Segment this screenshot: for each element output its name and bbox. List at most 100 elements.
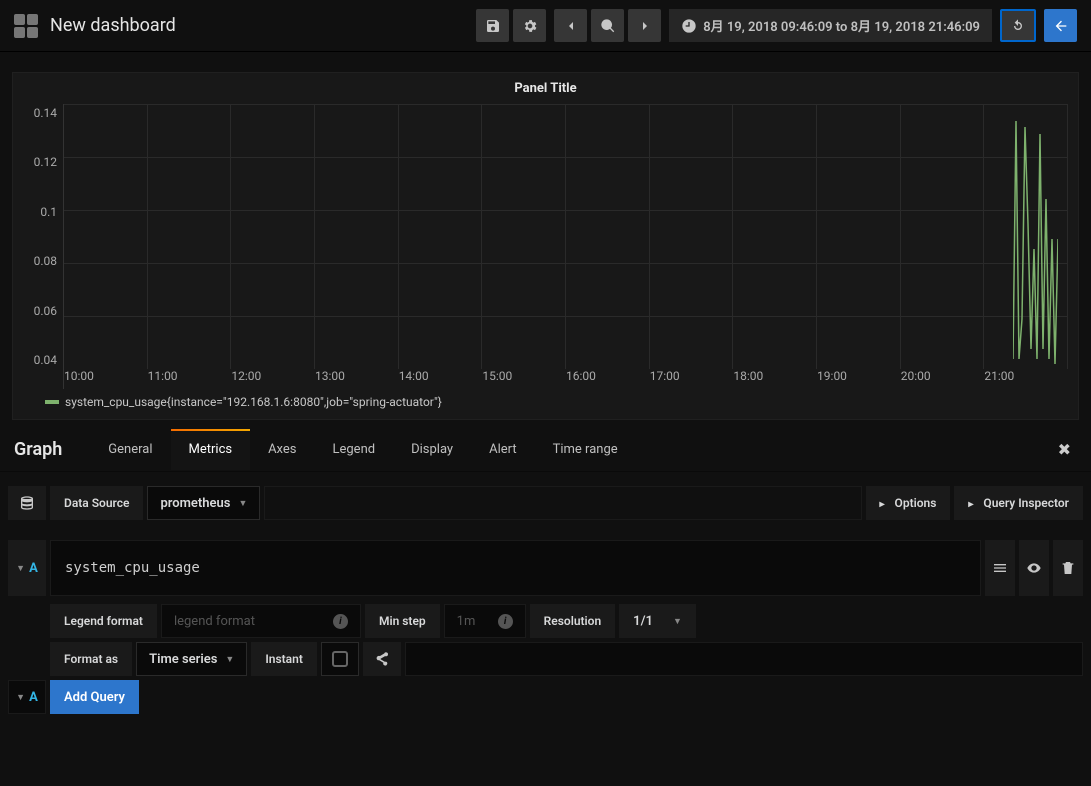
editor-body: Data Source prometheus ▼ Options Query I… — [0, 472, 1091, 728]
x-tick: 20:00 — [901, 369, 985, 389]
tab-general[interactable]: General — [90, 429, 170, 470]
resolution-select[interactable]: 1/1 ▼ — [619, 604, 696, 638]
time-range-text: 8月 19, 2018 09:46:09 to 8月 19, 2018 21:4… — [703, 16, 980, 35]
x-tick: 13:00 — [315, 369, 399, 389]
resolution-label: Resolution — [530, 604, 616, 638]
y-tick: 0.06 — [34, 304, 57, 318]
add-query-letter-toggle[interactable]: ▼ A — [8, 680, 46, 714]
series-line — [1013, 109, 1058, 369]
x-tick: 15:00 — [482, 369, 566, 389]
tab-legend[interactable]: Legend — [314, 429, 393, 470]
gear-icon — [522, 18, 538, 34]
refresh-button[interactable] — [1000, 9, 1036, 42]
add-query-row: ▼ A Add Query — [8, 680, 1083, 714]
y-tick: 0.08 — [34, 254, 57, 268]
query-inspector-button[interactable]: Query Inspector — [954, 486, 1083, 520]
checkbox-icon — [332, 651, 348, 667]
eye-icon — [1026, 560, 1042, 576]
info-icon[interactable]: i — [498, 614, 513, 629]
x-tick: 10:00 — [64, 369, 148, 389]
graph-panel: Panel Title 0.14 0.12 0.1 0.08 0.06 0.04 — [12, 72, 1079, 420]
query-delete-button[interactable] — [1053, 540, 1083, 596]
datasource-label: Data Source — [50, 486, 143, 520]
inspector-label: Query Inspector — [983, 496, 1069, 510]
datasource-row: Data Source prometheus ▼ Options Query I… — [8, 486, 1083, 520]
zoom-out-button[interactable] — [591, 9, 624, 42]
share-query-button[interactable] — [363, 642, 401, 676]
datasource-select[interactable]: prometheus ▼ — [147, 486, 260, 520]
header-bar: New dashboard 8月 19, 2018 09:46:09 to 8月 — [0, 0, 1091, 52]
plot-grid — [64, 104, 1068, 369]
header-right: 8月 19, 2018 09:46:09 to 8月 19, 2018 21:4… — [476, 9, 1077, 42]
plot-area[interactable]: 10:00 11:00 12:00 13:00 14:00 15:00 16:0… — [63, 104, 1068, 389]
editor-header: Graph General Metrics Axes Legend Displa… — [0, 428, 1091, 472]
caret-right-icon — [968, 496, 977, 510]
tab-axes[interactable]: Axes — [250, 429, 314, 470]
query-menu-button[interactable] — [985, 540, 1015, 596]
x-axis: 10:00 11:00 12:00 13:00 14:00 15:00 16:0… — [64, 369, 1068, 389]
back-button[interactable] — [1044, 9, 1077, 42]
legend-swatch — [45, 400, 59, 404]
tab-time-range[interactable]: Time range — [535, 429, 636, 470]
min-step-input[interactable]: 1m i — [444, 604, 526, 638]
instant-label: Instant — [251, 642, 317, 676]
y-tick: 0.1 — [40, 205, 57, 219]
back-arrow-icon — [1053, 18, 1069, 34]
x-tick: 17:00 — [650, 369, 734, 389]
add-query-button[interactable]: Add Query — [50, 680, 139, 714]
chevron-right-icon — [637, 18, 653, 34]
instant-checkbox[interactable] — [321, 642, 359, 676]
y-tick: 0.14 — [34, 106, 57, 120]
time-range-picker[interactable]: 8月 19, 2018 09:46:09 to 8月 19, 2018 21:4… — [669, 9, 992, 42]
next-button[interactable] — [628, 9, 661, 42]
query-visibility-button[interactable] — [1019, 540, 1049, 596]
tab-display[interactable]: Display — [393, 429, 471, 470]
min-step-placeholder: 1m — [457, 614, 476, 629]
caret-right-icon — [880, 496, 889, 510]
options-button[interactable]: Options — [866, 486, 951, 520]
panel-title[interactable]: Panel Title — [13, 73, 1078, 104]
format-as-select[interactable]: Time series ▼ — [136, 642, 247, 676]
zoom-out-icon — [600, 18, 616, 34]
trash-icon — [1060, 560, 1076, 576]
caret-down-icon: ▼ — [225, 654, 234, 665]
query-letter: A — [29, 561, 38, 576]
refresh-icon — [1010, 18, 1026, 34]
add-query-letter: A — [29, 690, 38, 705]
header-left: New dashboard — [14, 14, 476, 38]
x-tick: 21:00 — [984, 369, 1068, 389]
query-letter-toggle[interactable]: ▼ A — [8, 540, 46, 596]
editor-title: Graph — [14, 439, 62, 460]
database-icon — [19, 495, 35, 511]
x-tick: 11:00 — [148, 369, 232, 389]
close-editor-button[interactable]: ✖ — [1052, 440, 1077, 459]
query-row-a: ▼ A system_cpu_usage — [8, 540, 1083, 596]
caret-down-icon: ▼ — [16, 563, 25, 574]
chevron-left-icon — [563, 18, 579, 34]
query-toolbar — [985, 540, 1083, 596]
save-button[interactable] — [476, 9, 509, 42]
legend-format-placeholder: legend format — [174, 614, 255, 629]
add-query-label: Add Query — [64, 690, 125, 705]
dashboard-grid-icon[interactable] — [14, 14, 38, 38]
caret-down-icon: ▼ — [238, 498, 247, 509]
format-as-value: Time series — [149, 652, 217, 667]
settings-button[interactable] — [513, 9, 546, 42]
info-icon[interactable]: i — [333, 614, 348, 629]
y-tick: 0.12 — [34, 155, 57, 169]
chart-area[interactable]: 0.14 0.12 0.1 0.08 0.06 0.04 10:00 — [13, 104, 1078, 389]
y-axis: 0.14 0.12 0.1 0.08 0.06 0.04 — [17, 104, 63, 389]
tab-metrics[interactable]: Metrics — [171, 429, 251, 470]
min-step-label: Min step — [365, 604, 440, 638]
query-expression-input[interactable]: system_cpu_usage — [50, 540, 981, 596]
x-tick: 14:00 — [399, 369, 483, 389]
tab-alert[interactable]: Alert — [471, 429, 535, 470]
clock-icon — [681, 18, 697, 34]
legend-format-label: Legend format — [50, 604, 157, 638]
legend-format-input[interactable]: legend format i — [161, 604, 361, 638]
prev-button[interactable] — [554, 9, 587, 42]
dashboard-title[interactable]: New dashboard — [50, 15, 176, 36]
chart-legend[interactable]: system_cpu_usage{instance="192.168.1.6:8… — [13, 389, 1078, 419]
x-tick: 16:00 — [566, 369, 650, 389]
x-tick: 18:00 — [733, 369, 817, 389]
